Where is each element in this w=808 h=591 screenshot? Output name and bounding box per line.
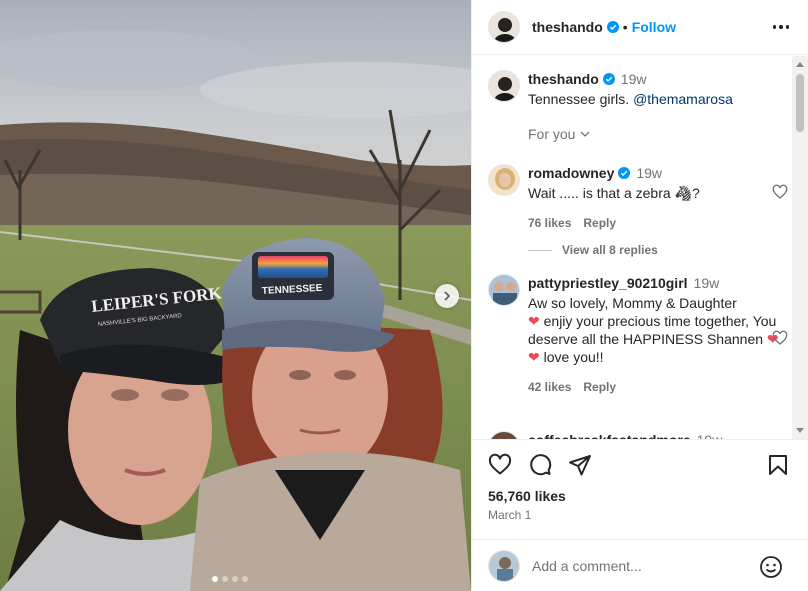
reply-button[interactable]: Reply xyxy=(583,380,616,394)
comment-likes-count[interactable]: 42 likes xyxy=(528,380,571,394)
comment-input[interactable] xyxy=(532,557,752,574)
caption-username[interactable]: theshando xyxy=(528,71,599,87)
view-replies-button[interactable]: View all 8 replies xyxy=(528,243,658,257)
commenter-avatar[interactable] xyxy=(488,164,520,196)
comment-heart-icon[interactable] xyxy=(772,330,788,346)
comment-heart-icon[interactable] xyxy=(772,184,788,200)
view-replies-label: View all 8 replies xyxy=(562,243,658,257)
carousel-dot xyxy=(222,576,228,582)
comment-text: Aw so lovely, Mommy & Daughter ❤ enjiy yo… xyxy=(528,295,779,365)
share-icon[interactable] xyxy=(568,453,592,477)
reply-button[interactable]: Reply xyxy=(583,216,616,230)
verified-badge-icon xyxy=(606,21,619,33)
carousel-indicator xyxy=(212,576,248,582)
for-you-label: For you xyxy=(528,126,576,142)
comment-text: Wait ..... is that a zebra 🦓? xyxy=(528,185,700,201)
comment-meta: 76 likes Reply xyxy=(528,216,788,230)
comment-time[interactable]: 19w xyxy=(694,275,720,291)
post-photo: LEIPER'S FORK NASHVILLE'S BIG BACKYARD T… xyxy=(0,0,471,591)
carousel-dot xyxy=(242,576,248,582)
comment-username[interactable]: pattypriestley_90210girl xyxy=(528,275,688,291)
caption-time[interactable]: 19w xyxy=(621,71,647,87)
post-details-panel: theshando • Follow theshando 19w Tennesse… xyxy=(471,0,808,591)
follow-button[interactable]: Follow xyxy=(632,19,676,35)
likes-count[interactable]: 56,760 likes xyxy=(488,488,566,504)
comment-composer xyxy=(472,539,808,591)
heart-icon[interactable] xyxy=(488,453,512,477)
comment-icon[interactable] xyxy=(528,453,552,477)
post-date[interactable]: March 1 xyxy=(488,508,531,522)
separator-dot: • xyxy=(622,19,628,35)
current-user-avatar xyxy=(488,549,520,582)
carousel-dot xyxy=(212,576,218,582)
for-you-filter[interactable]: For you xyxy=(528,126,591,142)
comment-time[interactable]: 19w xyxy=(697,432,723,439)
comments-scrollbar[interactable] xyxy=(792,56,808,439)
commenter-avatar[interactable] xyxy=(488,274,520,306)
carousel-dot xyxy=(232,576,238,582)
comment-likes-count[interactable]: 76 likes xyxy=(528,216,571,230)
author-avatar[interactable] xyxy=(488,70,520,102)
comment-item: romadowney 19w Wait ..... is that a zebra… xyxy=(488,164,788,230)
comment-username[interactable]: romadowney xyxy=(528,165,614,181)
comment-item: pattypriestley_90210girl 19w Aw so lovely… xyxy=(488,274,788,394)
verified-badge-icon xyxy=(618,167,631,179)
scroll-thumb[interactable] xyxy=(796,74,804,132)
bookmark-icon[interactable] xyxy=(766,453,790,477)
post-media[interactable]: LEIPER'S FORK NASHVILLE'S BIG BACKYARD T… xyxy=(0,0,471,591)
emoji-icon[interactable] xyxy=(759,555,783,579)
more-options-icon[interactable] xyxy=(771,17,791,37)
author-username[interactable]: theshando xyxy=(532,19,603,35)
commenter-avatar[interactable] xyxy=(488,431,520,439)
next-photo-button[interactable] xyxy=(435,284,459,308)
comment-time[interactable]: 19w xyxy=(636,165,662,181)
comment-username[interactable]: coffeebreakfastandmore xyxy=(528,432,691,439)
scroll-down-arrow[interactable] xyxy=(796,428,804,433)
caption-mention[interactable]: @themamarosa xyxy=(633,91,733,107)
author-avatar[interactable] xyxy=(488,11,520,43)
replies-divider xyxy=(528,249,552,251)
chevron-down-icon xyxy=(581,131,590,137)
caption-text: Tennessee girls. @themamarosa xyxy=(528,91,733,107)
comment-item: coffeebreakfastandmore 19w xyxy=(488,431,788,439)
post-header: theshando • Follow xyxy=(472,0,808,55)
post-caption: theshando 19w Tennessee girls. @themamaro… xyxy=(488,70,788,108)
chevron-right-icon xyxy=(444,291,451,301)
scroll-up-arrow[interactable] xyxy=(796,62,804,67)
comment-meta: 42 likes Reply xyxy=(528,380,788,394)
verified-badge-icon xyxy=(602,73,615,85)
post-actions: 56,760 likes March 1 xyxy=(472,439,808,539)
comments-list[interactable]: theshando 19w Tennessee girls. @themamaro… xyxy=(472,56,808,439)
